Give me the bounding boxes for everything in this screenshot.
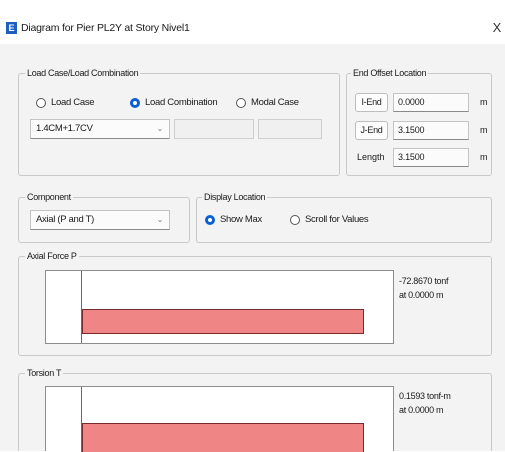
torsion-bar	[82, 423, 364, 452]
radio-scroll-for-values-label: Scroll for Values	[305, 214, 369, 225]
j-end-button[interactable]: J-End	[355, 121, 388, 140]
end-offset-group-legend: End Offset Location	[351, 68, 429, 78]
title-bar: E Diagram for Pier PL2Y at Story Nivel1 …	[0, 0, 505, 44]
radio-show-max[interactable]: Show Max	[205, 214, 262, 225]
radio-modal-case-indicator	[236, 97, 246, 108]
component-dropdown[interactable]: Axial (P and T) ⌄	[30, 210, 170, 230]
i-end-unit: m	[480, 97, 488, 107]
load-combination-dropdown[interactable]: 1.4CM+1.7CV ⌄	[30, 119, 170, 139]
torsion-diagram	[45, 386, 394, 452]
load-combination-dropdown-value: 1.4CM+1.7CV	[36, 123, 93, 134]
radio-load-combination-indicator	[130, 97, 140, 108]
load-case-group-legend: Load Case/Load Combination	[25, 68, 141, 78]
radio-scroll-for-values[interactable]: Scroll for Values	[290, 214, 369, 225]
axial-force-diagram	[45, 270, 394, 344]
length-value-field: 3.1500	[393, 148, 469, 167]
radio-modal-case-label: Modal Case	[251, 97, 299, 108]
j-end-unit: m	[480, 125, 488, 135]
axial-max-value: -72.8670 tonf	[399, 276, 449, 286]
axial-force-bar	[82, 309, 364, 334]
radio-modal-case[interactable]: Modal Case	[236, 97, 299, 108]
component-dropdown-value: Axial (P and T)	[36, 214, 94, 225]
app-icon: E	[6, 22, 17, 34]
close-button[interactable]: X	[490, 20, 504, 35]
axial-force-group-legend: Axial Force P	[25, 251, 79, 261]
case-field-disabled-1	[174, 119, 254, 139]
radio-load-combination[interactable]: Load Combination	[130, 97, 218, 108]
display-location-group-legend: Display Location	[202, 192, 268, 202]
radio-scroll-for-values-indicator	[290, 214, 300, 225]
torsion-max-location: at 0.0000 m	[399, 405, 444, 415]
case-field-disabled-2	[258, 119, 322, 139]
radio-load-combination-label: Load Combination	[145, 97, 218, 108]
chevron-down-icon: ⌄	[156, 124, 164, 133]
torsion-max-value: 0.1593 tonf-m	[399, 391, 451, 401]
radio-load-case[interactable]: Load Case	[36, 97, 95, 108]
length-label: Length	[357, 152, 385, 162]
i-end-value-field[interactable]: 0.0000	[393, 93, 469, 112]
chevron-down-icon: ⌄	[156, 215, 164, 224]
torsion-group-legend: Torsion T	[25, 368, 64, 378]
axial-max-location: at 0.0000 m	[399, 290, 444, 300]
radio-load-case-indicator	[36, 97, 46, 108]
i-end-button[interactable]: I-End	[355, 93, 388, 112]
length-unit: m	[480, 152, 488, 162]
component-group-legend: Component	[25, 192, 73, 202]
radio-load-case-label: Load Case	[51, 97, 95, 108]
j-end-value-field[interactable]: 3.1500	[393, 121, 469, 140]
radio-show-max-indicator	[205, 214, 215, 225]
radio-show-max-label: Show Max	[220, 214, 262, 225]
window-title: Diagram for Pier PL2Y at Story Nivel1	[21, 22, 190, 34]
